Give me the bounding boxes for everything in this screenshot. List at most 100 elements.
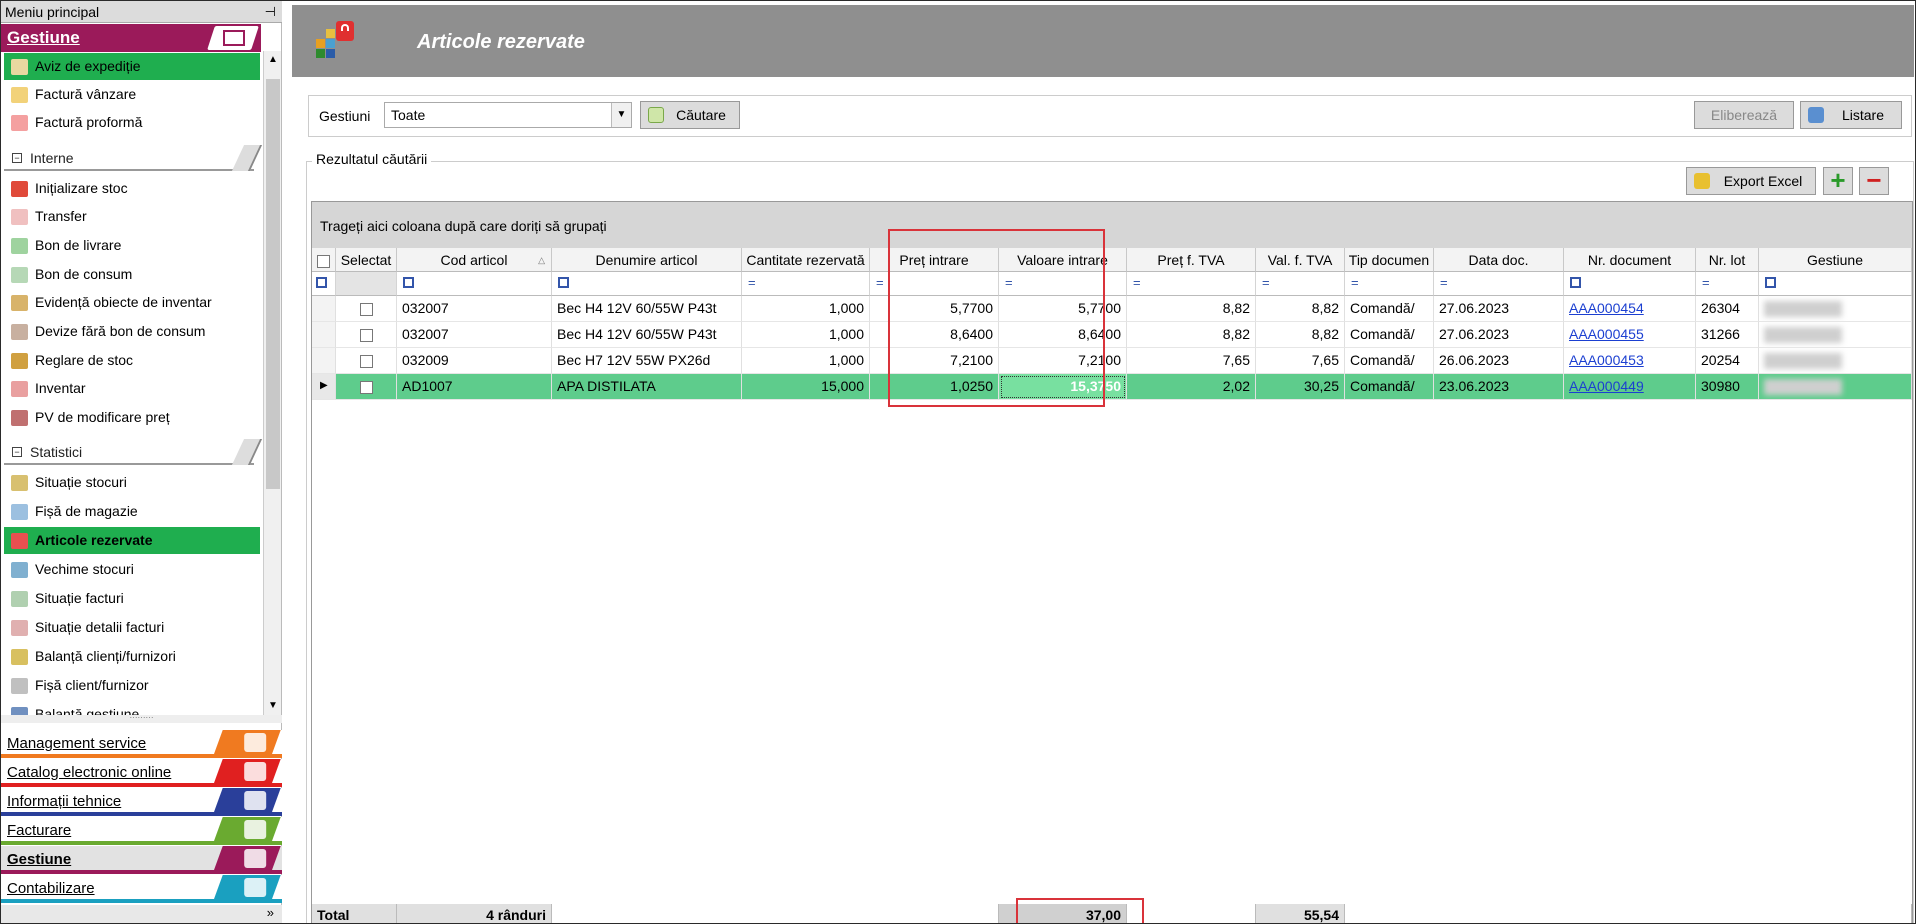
cell-val[interactable]: 8,6400: [999, 322, 1127, 348]
cell-cod[interactable]: 032007: [397, 322, 552, 348]
group-statistici[interactable]: − Statistici: [4, 439, 263, 465]
cell-val_ftva[interactable]: 30,25: [1256, 374, 1345, 400]
cell-val[interactable]: 15,3750: [999, 374, 1127, 400]
sidebar-item-fisa-magazie[interactable]: Fișă de magazie: [4, 498, 260, 525]
sidebar-item-bon-consum[interactable]: Bon de consum: [4, 261, 260, 288]
document-link[interactable]: AAA000454: [1569, 300, 1644, 316]
equals-icon[interactable]: =: [1262, 275, 1270, 290]
col-valoare-intrare[interactable]: Valoare intrare: [999, 248, 1127, 272]
row-indicator[interactable]: [312, 322, 336, 348]
sidebar-item-devize[interactable]: Devize fără bon de consum: [4, 318, 260, 345]
sidebar-item-factura-proforma[interactable]: Factură proformă: [4, 109, 260, 136]
sidebar-item-reglare[interactable]: Reglare de stoc: [4, 347, 260, 374]
cell-cod[interactable]: 032009: [397, 348, 552, 374]
checkbox[interactable]: [359, 302, 373, 316]
sidebar-item-inventar[interactable]: Inventar: [4, 375, 260, 402]
filter-like-icon[interactable]: [558, 276, 569, 288]
filter-like-icon[interactable]: [403, 276, 414, 288]
cell-data[interactable]: 27.06.2023: [1434, 322, 1564, 348]
cell-cod[interactable]: 032007: [397, 296, 552, 322]
row-select-checkbox[interactable]: [336, 296, 397, 322]
cell-lot[interactable]: 26304: [1696, 296, 1759, 322]
row-indicator[interactable]: ▶: [312, 374, 336, 400]
col-nr-lot[interactable]: Nr. lot: [1696, 248, 1759, 272]
cell-pret_ftva[interactable]: 7,65: [1127, 348, 1256, 374]
filter-lot[interactable]: =: [1696, 272, 1759, 296]
filter-cod[interactable]: [397, 272, 552, 296]
equals-icon[interactable]: =: [876, 275, 884, 290]
select-all-header[interactable]: [312, 248, 336, 272]
sidebar-item-situatie-facturi[interactable]: Situație facturi: [4, 585, 260, 612]
scroll-down-icon[interactable]: ▼: [264, 697, 282, 715]
module-informatii-tehnice[interactable]: Informații tehnice: [1, 788, 282, 816]
col-nr-document[interactable]: Nr. document: [1564, 248, 1696, 272]
add-button[interactable]: +: [1823, 167, 1853, 195]
sidebar-item-situatie-stocuri[interactable]: Situație stocuri: [4, 469, 260, 496]
collapse-icon[interactable]: −: [12, 153, 22, 163]
scroll-up-icon[interactable]: ▲: [264, 51, 282, 69]
cell-pret[interactable]: 5,7700: [870, 296, 999, 322]
cell-cant[interactable]: 1,000: [742, 322, 870, 348]
cell-lot[interactable]: 30980: [1696, 374, 1759, 400]
cell-pret_ftva[interactable]: 8,82: [1127, 296, 1256, 322]
cell-nr-document[interactable]: AAA000449: [1564, 374, 1696, 400]
filter-cantitate[interactable]: =: [742, 272, 870, 296]
cell-den[interactable]: APA DISTILATA: [552, 374, 742, 400]
checkbox[interactable]: [359, 328, 373, 342]
search-button[interactable]: Căutare: [640, 101, 740, 129]
cell-data[interactable]: 27.06.2023: [1434, 296, 1564, 322]
cell-den[interactable]: Bec H4 12V 60/55W P43t: [552, 296, 742, 322]
col-pret-intrare[interactable]: Preț intrare: [870, 248, 999, 272]
checkbox[interactable]: [359, 380, 373, 394]
cell-cant[interactable]: 15,000: [742, 374, 870, 400]
cell-nr-document[interactable]: AAA000455: [1564, 322, 1696, 348]
sidebar-scrollbar[interactable]: ▲ ▼: [263, 51, 281, 715]
document-link[interactable]: AAA000453: [1569, 352, 1644, 368]
sidebar-item-aviz[interactable]: Aviz de expediție: [4, 53, 260, 80]
sidebar-item-factura-vanzare[interactable]: Factură vânzare: [4, 81, 260, 108]
sidebar-item-bon-livrare[interactable]: Bon de livrare: [4, 232, 260, 259]
row-select-checkbox[interactable]: [336, 348, 397, 374]
cell-val[interactable]: 7,2100: [999, 348, 1127, 374]
module-contabilizare[interactable]: Contabilizare: [1, 875, 282, 903]
group-interne[interactable]: − Interne: [4, 145, 263, 171]
cell-tip[interactable]: Comandă/: [1345, 322, 1434, 348]
splitter-handle[interactable]: ·········: [1, 714, 282, 723]
filter-like-icon[interactable]: [1570, 276, 1581, 288]
cell-val_ftva[interactable]: 8,82: [1256, 322, 1345, 348]
row-indicator[interactable]: [312, 296, 336, 322]
filter-denumire[interactable]: [552, 272, 742, 296]
sidebar-item-fisa-client[interactable]: Fișă client/furnizor: [4, 672, 260, 699]
sidebar-item-initializare[interactable]: Inițializare stoc: [4, 175, 260, 202]
equals-icon[interactable]: =: [1702, 275, 1710, 290]
release-button[interactable]: Eliberează: [1694, 101, 1794, 129]
print-button[interactable]: Listare: [1800, 101, 1902, 129]
equals-icon[interactable]: =: [1005, 275, 1013, 290]
cell-pret[interactable]: 7,2100: [870, 348, 999, 374]
cell-val_ftva[interactable]: 8,82: [1256, 296, 1345, 322]
cell-cant[interactable]: 1,000: [742, 348, 870, 374]
export-excel-button[interactable]: Export Excel: [1686, 167, 1816, 195]
equals-icon[interactable]: =: [1351, 275, 1359, 290]
document-link[interactable]: AAA000455: [1569, 326, 1644, 342]
sidebar-section-gestiune[interactable]: Gestiune: [1, 24, 261, 52]
col-pret-ftva[interactable]: Preț f. TVA: [1127, 248, 1256, 272]
row-select-checkbox[interactable]: [336, 322, 397, 348]
filter-pret-ftva[interactable]: =: [1127, 272, 1256, 296]
module-gestiune[interactable]: Gestiune: [1, 846, 282, 874]
col-cantitate[interactable]: Cantitate rezervată: [742, 248, 870, 272]
sidebar-item-detalii-facturi[interactable]: Situație detalii facturi: [4, 614, 260, 641]
select-all-checkbox[interactable]: [317, 254, 330, 268]
cell-val[interactable]: 5,7700: [999, 296, 1127, 322]
cell-tip[interactable]: Comandă/: [1345, 374, 1434, 400]
cell-nr-document[interactable]: AAA000454: [1564, 296, 1696, 322]
filter-row-selector[interactable]: [312, 272, 336, 296]
module-management-service[interactable]: Management service: [1, 730, 282, 758]
cell-data[interactable]: 26.06.2023: [1434, 348, 1564, 374]
cell-lot[interactable]: 20254: [1696, 348, 1759, 374]
cell-tip[interactable]: Comandă/: [1345, 296, 1434, 322]
col-val-ftva[interactable]: Val. f. TVA: [1256, 248, 1345, 272]
cell-den[interactable]: Bec H4 12V 60/55W P43t: [552, 322, 742, 348]
remove-button[interactable]: −: [1859, 167, 1889, 195]
filter-valoare[interactable]: =: [999, 272, 1127, 296]
